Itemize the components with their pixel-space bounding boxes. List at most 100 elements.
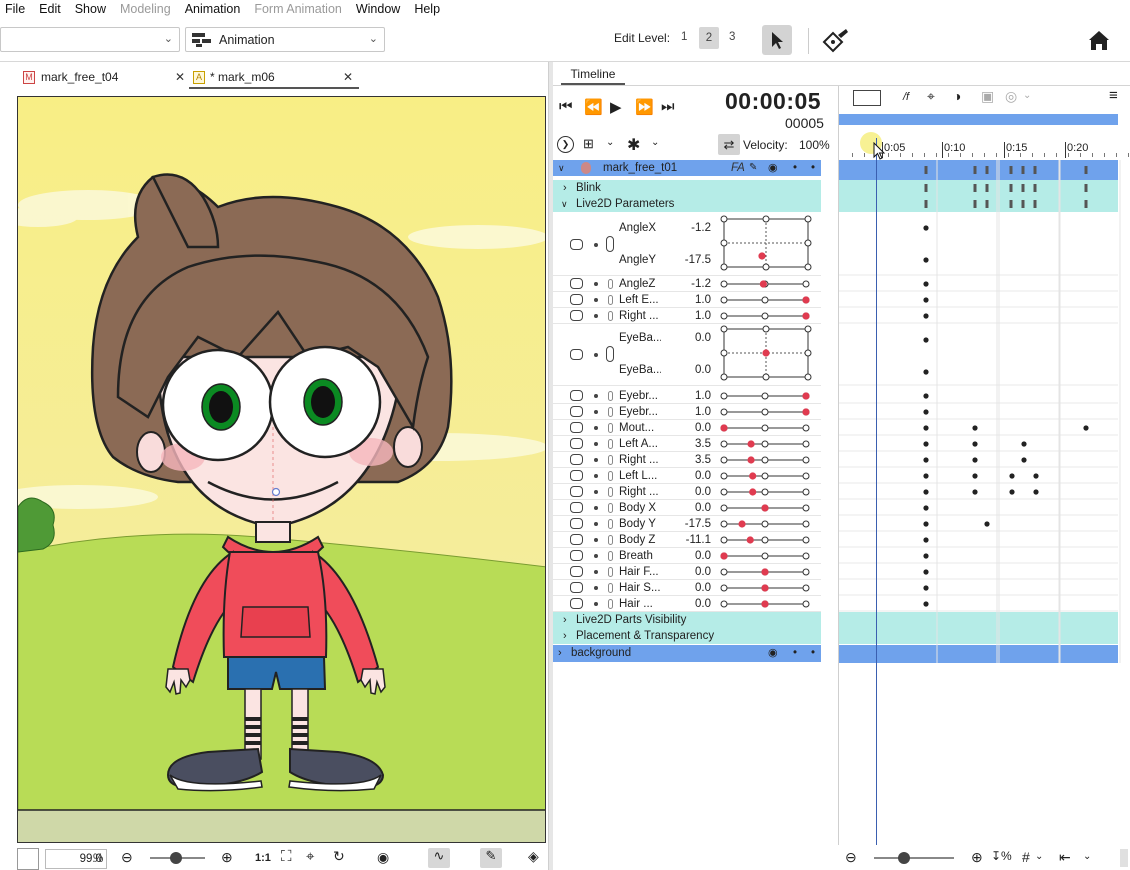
key-toggle-icon[interactable] <box>570 566 583 577</box>
keyframe-summary[interactable] <box>1021 200 1025 208</box>
param-row[interactable]: Body Y -17.5 <box>553 516 821 532</box>
pin-tool-icon[interactable]: ✎ <box>480 848 502 868</box>
param-row[interactable]: Eyebr... 1.0 <box>553 388 821 404</box>
timeline-zoom-handle[interactable] <box>898 852 910 864</box>
param-row-2d[interactable]: AngleX -1.2 AngleY -17.5 <box>553 214 821 276</box>
link-icon[interactable] <box>608 311 613 321</box>
zoom-out-icon[interactable]: ⊖ <box>845 849 857 866</box>
param-2d-pad[interactable] <box>720 325 812 386</box>
key-toggle-icon[interactable] <box>570 406 583 417</box>
tab-mark-free-t04[interactable]: M mark_free_t04 ✕ <box>21 66 191 89</box>
menu-item-animation[interactable]: Animation <box>180 1 250 17</box>
keyframe-summary[interactable] <box>985 184 989 192</box>
key-toggle-icon[interactable] <box>570 390 583 401</box>
link-icon[interactable] <box>608 455 613 465</box>
overlay-icon[interactable]: ◈ <box>528 848 539 865</box>
chain-link-icon[interactable] <box>606 346 614 362</box>
keyframe-area[interactable]: /f ⌖ ◑ ▣ ◎ ⌄ ≡ 0:05 0:10 0:15 0:20 <box>838 86 1130 846</box>
velocity-value[interactable]: 100% <box>799 138 830 152</box>
edit-level-2[interactable]: 2 <box>699 27 719 49</box>
menu-item-window[interactable]: Window <box>351 1 409 17</box>
menu-item-show[interactable]: Show <box>70 1 115 17</box>
param-value[interactable]: -17.5 <box>669 516 711 532</box>
keyframe-summary[interactable] <box>1021 166 1025 174</box>
chevron-right-icon[interactable]: › <box>563 180 567 196</box>
keyframe[interactable] <box>923 601 929 607</box>
group-live2d-parameters[interactable]: ∨ Live2D Parameters <box>553 196 821 212</box>
param-row[interactable]: Mout... 0.0 <box>553 420 821 436</box>
keyframe[interactable] <box>923 297 929 303</box>
keyframe[interactable] <box>1009 489 1015 495</box>
keyframe[interactable] <box>972 457 978 463</box>
keyframe-summary[interactable] <box>973 184 977 192</box>
keyframe[interactable] <box>972 473 978 479</box>
link-icon[interactable] <box>608 519 613 529</box>
key-toggle-icon[interactable] <box>570 310 583 321</box>
keyframe-summary[interactable] <box>1021 184 1025 192</box>
param-2d-pad[interactable] <box>720 215 812 276</box>
keyframe-summary[interactable] <box>1033 166 1037 174</box>
keyframe-summary[interactable] <box>1084 200 1088 208</box>
play-icon[interactable]: ▶ <box>610 98 622 116</box>
param-row[interactable]: Hair F... 0.0 <box>553 564 821 580</box>
param-value[interactable]: 0.0 <box>669 330 711 346</box>
param-value[interactable]: 0.0 <box>669 580 711 596</box>
link-icon[interactable] <box>608 567 613 577</box>
playhead-line[interactable] <box>876 138 877 846</box>
key-toggle-icon[interactable] <box>570 550 583 561</box>
select-tool-button[interactable] <box>762 25 792 55</box>
keyframe[interactable] <box>1033 473 1039 479</box>
filter-icon[interactable]: ⊞ <box>583 136 594 152</box>
close-icon[interactable]: ✕ <box>175 66 185 89</box>
param-value[interactable]: 1.0 <box>669 404 711 420</box>
keyframe-summary[interactable] <box>1084 166 1088 174</box>
param-row[interactable]: Left L... 0.0 <box>553 468 821 484</box>
keyframe-summary[interactable] <box>924 184 928 192</box>
param-value[interactable]: 3.5 <box>669 452 711 468</box>
keyframe[interactable] <box>923 441 929 447</box>
key-toggle-icon[interactable] <box>570 422 583 433</box>
track-background[interactable]: › background ◉ • • <box>553 645 821 662</box>
link-icon[interactable] <box>608 295 613 305</box>
skip-start-icon[interactable]: ⏮ <box>559 98 573 115</box>
key-toggle-icon[interactable] <box>570 582 583 593</box>
param-value[interactable]: 0.0 <box>669 484 711 500</box>
keyframe[interactable] <box>923 337 929 343</box>
link-icon[interactable] <box>608 471 613 481</box>
keyframe[interactable] <box>1021 441 1027 447</box>
zoom-slider-handle[interactable] <box>170 852 182 864</box>
keyframe-summary[interactable] <box>1009 184 1013 192</box>
keyframe-summary[interactable] <box>985 200 989 208</box>
key-toggle-icon[interactable] <box>570 294 583 305</box>
keyframe[interactable] <box>972 441 978 447</box>
param-row[interactable]: Right ... 3.5 <box>553 452 821 468</box>
keyframe[interactable] <box>923 409 929 415</box>
model-canvas[interactable] <box>17 96 546 843</box>
key-toggle-icon[interactable] <box>570 239 583 250</box>
keyframe[interactable] <box>1033 489 1039 495</box>
param-value[interactable]: 1.0 <box>669 388 711 404</box>
param-row[interactable]: Left A... 3.5 <box>553 436 821 452</box>
key-toggle-icon[interactable] <box>570 278 583 289</box>
chevron-down-icon[interactable]: ∨ <box>561 196 568 212</box>
keyframe-summary[interactable] <box>1033 200 1037 208</box>
chevron-down-icon[interactable]: ⌄ <box>1083 851 1091 862</box>
step-forward-icon[interactable]: ⏩ <box>635 98 654 116</box>
keyframe[interactable] <box>923 281 929 287</box>
eye-icon[interactable]: ◉ <box>768 160 778 176</box>
link-icon[interactable] <box>608 535 613 545</box>
current-frame[interactable]: 00005 <box>785 115 824 131</box>
key-toggle-icon[interactable] <box>570 438 583 449</box>
keyframe[interactable] <box>972 425 978 431</box>
close-icon[interactable]: ✕ <box>343 66 353 89</box>
keyframe-summary[interactable] <box>973 200 977 208</box>
param-value[interactable]: 3.5 <box>669 436 711 452</box>
eye-icon[interactable]: ◉ <box>768 645 778 661</box>
align-icon[interactable]: ⇤ <box>1059 849 1071 866</box>
keyframe-summary[interactable] <box>1009 200 1013 208</box>
link-icon[interactable] <box>608 487 613 497</box>
keyframe[interactable] <box>923 369 929 375</box>
keyframe[interactable] <box>923 489 929 495</box>
keyframe[interactable] <box>972 489 978 495</box>
menu-item-file[interactable]: File <box>0 1 34 17</box>
